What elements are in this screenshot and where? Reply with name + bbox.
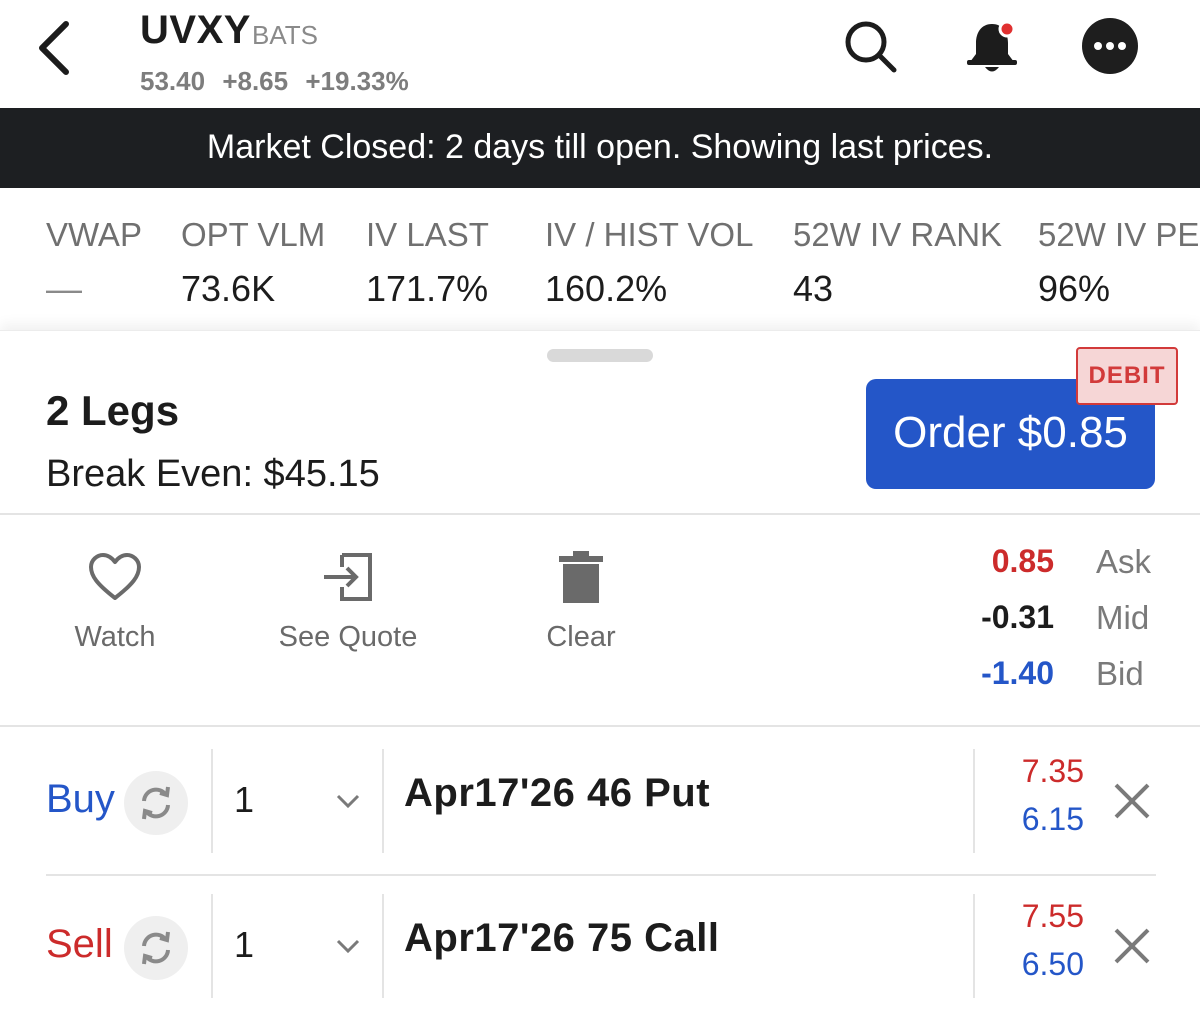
more-icon[interactable] (1080, 16, 1140, 76)
break-even: Break Even: $45.15 (46, 453, 380, 495)
stat-label: 52W IV RANK (793, 216, 1003, 253)
stat-label: VWAP (46, 216, 142, 253)
leg-side-toggle[interactable]: Buy (46, 777, 115, 822)
price-change: +8.65 (222, 66, 289, 96)
price-change-pct: +19.33% (305, 66, 409, 96)
separator (382, 749, 384, 853)
sheet-grabber[interactable] (547, 349, 653, 362)
separator (973, 749, 975, 853)
last-price: 53.40 (140, 66, 206, 96)
sign-in-icon (324, 553, 372, 601)
price-ask: 0.85 Ask (920, 543, 1160, 599)
price-name: Ask (1096, 543, 1152, 580)
stat-opt-vlm: OPT VLM 73.6K (181, 216, 325, 310)
leg-quantity[interactable]: 1 (234, 779, 254, 821)
divider (46, 874, 1156, 876)
leg-ask: 7.55 (1021, 898, 1084, 934)
app-header: UVXY BATS 53.40 +8.65 +19.33% (0, 0, 1200, 108)
price-name: Bid (1096, 655, 1144, 692)
clear-button[interactable]: Clear (501, 551, 661, 654)
leg-contract[interactable]: Apr17'26 75 Call (404, 916, 719, 961)
price-value: -0.31 (981, 599, 1054, 635)
trash-icon (559, 551, 603, 603)
separator (382, 894, 384, 998)
debit-badge: DEBIT (1076, 347, 1178, 405)
back-icon[interactable] (30, 18, 80, 78)
price-bid: -1.40 Bid (920, 655, 1160, 711)
notification-dot (998, 20, 1016, 38)
stat-iv-last: IV LAST 171.7% (366, 216, 489, 310)
price-name: Mid (1096, 599, 1150, 636)
action-label: Watch (74, 621, 156, 653)
search-icon[interactable] (840, 16, 900, 76)
separator (973, 894, 975, 998)
heart-icon (89, 553, 141, 600)
chevron-down-icon[interactable] (336, 938, 360, 959)
market-closed-banner: Market Closed: 2 days till open. Showing… (0, 108, 1200, 188)
separator (211, 894, 213, 998)
stat-value: 43 (793, 268, 834, 309)
close-icon[interactable] (1110, 924, 1154, 973)
swap-icon[interactable] (124, 916, 188, 980)
stat-value: 96% (1038, 268, 1111, 309)
price-mid: -0.31 Mid (920, 599, 1160, 655)
legs-count: 2 Legs (46, 387, 180, 434)
divider (0, 513, 1200, 515)
stat-value: 160.2% (545, 268, 668, 309)
watch-button[interactable]: Watch (35, 551, 195, 654)
leg-ask: 7.35 (1021, 753, 1084, 789)
stat-label: 52W IV PER (1038, 216, 1200, 253)
stat-label: IV / HIST VOL (545, 216, 754, 253)
stat-value: 171.7% (366, 268, 489, 309)
bell-icon[interactable] (962, 16, 1022, 76)
quote-line: 53.40 +8.65 +19.33% (140, 66, 419, 97)
price-value: 0.85 (991, 543, 1054, 579)
leg-row: Sell 1 Apr17'26 75 Call 7.55 6.50 (0, 894, 1200, 1004)
order-sheet: 2 Legs Break Even: $45.15 Order $0.85 DE… (0, 330, 1200, 1011)
separator (211, 749, 213, 853)
action-label: See Quote (278, 621, 418, 653)
stat-label: IV LAST (366, 216, 489, 253)
stats-bar[interactable]: VWAP — OPT VLM 73.6K IV LAST 171.7% IV /… (0, 188, 1200, 330)
leg-bid: 6.15 (1021, 801, 1084, 837)
leg-side-toggle[interactable]: Sell (46, 922, 113, 967)
stat-value: 73.6K (181, 268, 276, 309)
divider (0, 725, 1200, 727)
swap-icon[interactable] (124, 771, 188, 835)
price-value: -1.40 (981, 655, 1054, 691)
see-quote-button[interactable]: See Quote (268, 551, 428, 654)
stat-vwap: VWAP — (46, 216, 142, 310)
close-icon[interactable] (1110, 779, 1154, 828)
stat-value: — (46, 268, 82, 309)
stat-iv-hist-vol: IV / HIST VOL 160.2% (545, 216, 753, 310)
leg-bid: 6.50 (1021, 946, 1084, 982)
action-label: Clear (546, 621, 616, 653)
chevron-down-icon[interactable] (336, 793, 360, 814)
leg-quantity[interactable]: 1 (234, 924, 254, 966)
stat-iv-percentile: 52W IV PER 96% (1038, 216, 1200, 310)
exchange-label: BATS (252, 20, 318, 50)
leg-row: Buy 1 Apr17'26 46 Put 7.35 6.15 (0, 749, 1200, 859)
leg-contract[interactable]: Apr17'26 46 Put (404, 771, 710, 816)
stat-iv-rank: 52W IV RANK 43 (793, 216, 1002, 310)
stat-label: OPT VLM (181, 216, 326, 253)
ticker-symbol: UVXY (140, 8, 251, 52)
